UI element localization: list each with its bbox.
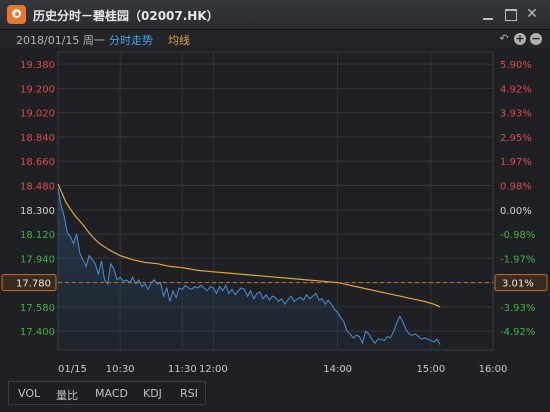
percent-tick-label: -3.93% bbox=[500, 303, 535, 314]
toolbar: 2018/01/15 周一 分时走势 均线 ↶ + − bbox=[0, 30, 550, 48]
back-icon[interactable]: ↶ bbox=[498, 33, 510, 45]
price-tick-label: 18.660 bbox=[20, 157, 55, 168]
app-logo-icon bbox=[7, 5, 26, 24]
indicator-bar: VOL 量比 MACD KDJ RSI bbox=[8, 381, 206, 405]
percent-tick-label: 0.00% bbox=[500, 206, 532, 217]
indicator-macd[interactable]: MACD bbox=[95, 387, 128, 400]
percent-cursor-value: 3.01% bbox=[502, 279, 534, 290]
percent-tick-label: -0.98% bbox=[500, 230, 535, 241]
percent-tick-label: 0.98% bbox=[500, 181, 532, 192]
price-tick-label: 19.380 bbox=[20, 60, 55, 71]
time-tick-label: 15:00 bbox=[416, 364, 445, 375]
time-tick-label: 11:30 bbox=[168, 364, 197, 375]
indicator-vol[interactable]: VOL bbox=[18, 387, 40, 400]
time-tick-label: 12:00 bbox=[199, 364, 228, 375]
indicator-kdj[interactable]: KDJ bbox=[143, 387, 162, 400]
intraday-chart: 19.380 19.200 19.020 18.840 18.660 18.480 18.3… bbox=[1, 51, 548, 375]
time-tick-label: 14:00 bbox=[323, 364, 352, 375]
tab-fenshi[interactable]: 分时走势 bbox=[109, 32, 153, 48]
price-tick-label: 18.840 bbox=[20, 133, 55, 144]
maximize-button[interactable] bbox=[502, 6, 518, 22]
price-tick-label: 18.300 bbox=[20, 206, 55, 217]
time-tick-label: 01/15 bbox=[58, 364, 87, 375]
price-tick-label: 17.940 bbox=[20, 254, 55, 265]
title-bar: 历史分时－碧桂园（02007.HK） ✕ bbox=[0, 0, 550, 30]
tab-junxian[interactable]: 均线 bbox=[168, 32, 190, 48]
percent-tick-label: 3.93% bbox=[500, 109, 532, 120]
percent-tick-label: -1.97% bbox=[500, 254, 535, 265]
price-tick-label: 19.200 bbox=[20, 84, 55, 95]
zoom-in-icon[interactable]: + bbox=[514, 33, 526, 45]
date-label: 2018/01/15 周一 bbox=[16, 34, 105, 47]
price-tick-label: 19.020 bbox=[20, 109, 55, 120]
percent-tick-label: -4.92% bbox=[500, 327, 535, 338]
zoom-out-icon[interactable]: − bbox=[530, 33, 542, 45]
percent-tick-label: 5.90% bbox=[500, 60, 532, 71]
percent-tick-label: 1.97% bbox=[500, 157, 532, 168]
percent-tick-label: 2.95% bbox=[500, 133, 532, 144]
price-tick-label: 18.480 bbox=[20, 181, 55, 192]
price-cursor-value: 17.780 bbox=[16, 279, 51, 290]
close-button[interactable]: ✕ bbox=[524, 6, 540, 22]
price-tick-label: 17.580 bbox=[20, 303, 55, 314]
minimize-button[interactable] bbox=[480, 6, 496, 22]
percent-axis: 5.90% 4.92% 3.93% 2.95% 1.97% 0.98% 0.00% -0.98… bbox=[500, 60, 535, 338]
window-title: 历史分时－碧桂园（02007.HK） bbox=[33, 9, 219, 23]
indicator-liangbi[interactable]: 量比 bbox=[56, 387, 78, 403]
indicator-rsi[interactable]: RSI bbox=[180, 387, 198, 400]
price-tick-label: 18.120 bbox=[20, 230, 55, 241]
time-tick-label: 16:00 bbox=[479, 364, 508, 375]
time-axis: 01/15 10:30 11:30 12:00 14:00 15:00 16:00 bbox=[58, 364, 507, 375]
time-tick-label: 10:30 bbox=[106, 364, 135, 375]
percent-tick-label: 4.92% bbox=[500, 84, 532, 95]
price-axis: 19.380 19.200 19.020 18.840 18.660 18.480 18.3… bbox=[20, 60, 55, 338]
price-tick-label: 17.400 bbox=[20, 327, 55, 338]
